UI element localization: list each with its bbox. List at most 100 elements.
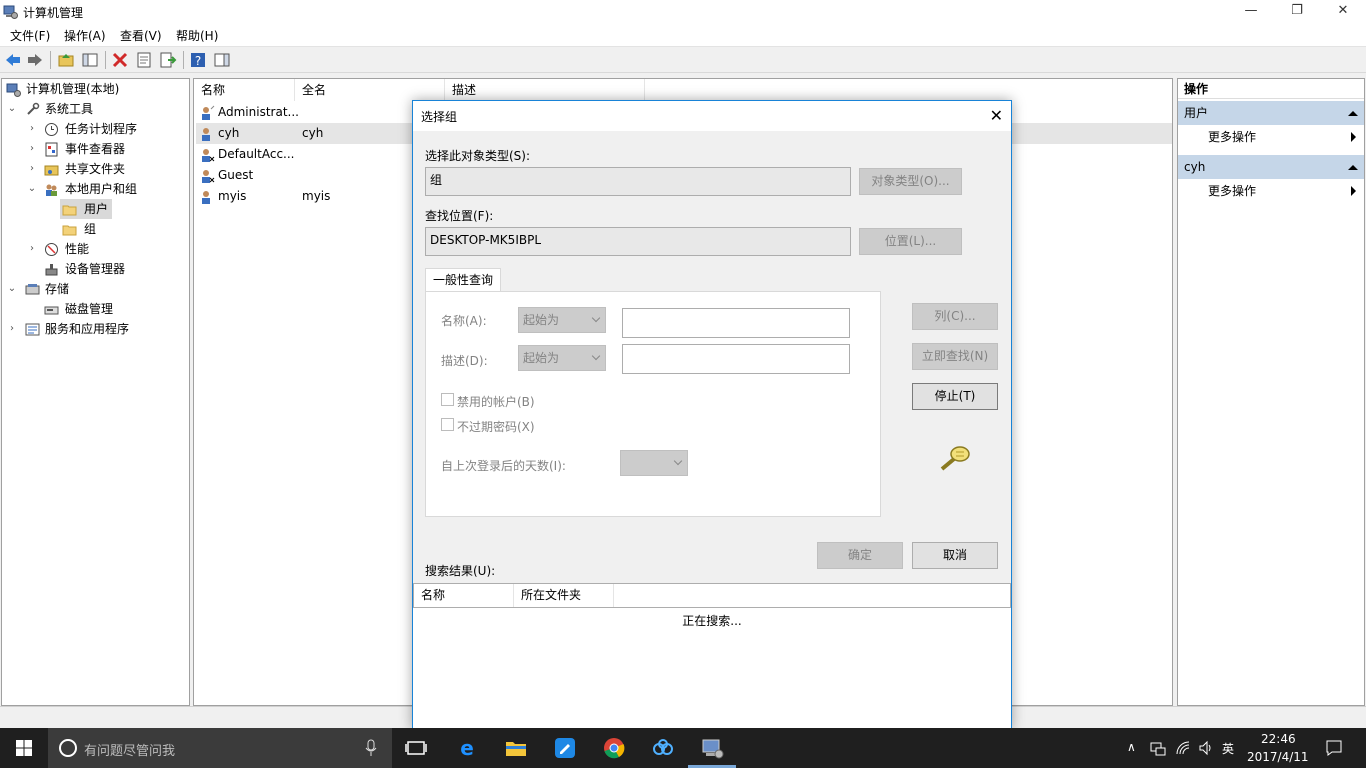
search-results-list[interactable]: 正在搜索... — [413, 608, 1011, 730]
action-more-actions[interactable]: 更多操作 — [1208, 179, 1358, 203]
action-label: 更多操作 — [1208, 184, 1257, 198]
chevron-right-icon[interactable]: › — [26, 239, 38, 259]
chrome-browser-icon[interactable] — [602, 736, 626, 760]
object-types-button[interactable]: 对象类型(O)... — [859, 168, 962, 195]
columns-button[interactable]: 列(C)... — [912, 303, 998, 330]
minimize-button[interactable]: — — [1228, 0, 1274, 24]
network-icon[interactable] — [1150, 740, 1166, 756]
tree-item-shared-folders[interactable]: › 共享文件夹 — [4, 159, 189, 179]
chevron-down-icon — [591, 313, 601, 323]
show-action-pane-icon[interactable] — [213, 51, 231, 69]
description-match-select[interactable]: 起始为 — [518, 345, 606, 371]
properties-icon[interactable] — [135, 51, 153, 69]
description-match-value: 起始为 — [523, 351, 560, 365]
days-since-logon-select[interactable] — [620, 450, 688, 476]
action-group-users[interactable]: 用户 — [1178, 101, 1364, 125]
tree-item-system-tools[interactable]: ⌄ 系统工具 — [4, 99, 189, 119]
notes-app-icon[interactable] — [553, 736, 577, 760]
show-hide-tree-icon[interactable] — [81, 51, 99, 69]
taskbar-search[interactable]: 有问题尽管问我 — [48, 728, 392, 768]
non-expiring-password-checkbox[interactable] — [441, 418, 454, 431]
svg-text:e: e — [460, 736, 474, 760]
description-input[interactable] — [622, 344, 850, 374]
tree-item-device-manager[interactable]: 设备管理器 — [4, 259, 189, 279]
tree-item-groups[interactable]: 组 — [60, 219, 112, 239]
chevron-right-icon[interactable]: › — [26, 119, 38, 139]
close-icon[interactable]: ✕ — [990, 106, 1003, 125]
volume-icon[interactable] — [1198, 740, 1214, 756]
tree-item-disk-management[interactable]: 磁盘管理 — [4, 299, 189, 319]
ok-button[interactable]: 确定 — [817, 542, 903, 569]
computer-management-icon — [6, 83, 21, 97]
disk-icon — [44, 306, 59, 315]
chevron-right-icon[interactable]: › — [26, 159, 38, 179]
non-expiring-password-label: 不过期密码(X) — [457, 420, 535, 434]
clock-date[interactable]: 2017/4/11 — [1247, 750, 1309, 764]
computer-management-icon — [3, 5, 18, 19]
action-group-cyh[interactable]: cyh — [1178, 155, 1364, 179]
name-input[interactable] — [622, 308, 850, 338]
tree-item-event-viewer[interactable]: › 事件查看器 — [4, 139, 189, 159]
stop-button[interactable]: 停止(T) — [912, 383, 998, 410]
menu-file[interactable]: 文件(F) — [10, 27, 50, 44]
edge-browser-icon[interactable]: e — [455, 736, 479, 760]
disabled-accounts-checkbox[interactable] — [441, 393, 454, 406]
close-button[interactable]: ✕ — [1320, 0, 1366, 24]
file-explorer-icon[interactable] — [504, 736, 528, 760]
wifi-icon[interactable] — [1175, 740, 1191, 756]
chevron-right-icon[interactable]: › — [6, 319, 18, 339]
cortana-icon — [59, 739, 77, 757]
tree-item-label: 系统工具 — [45, 102, 94, 116]
search-results-label: 搜索结果(U): — [425, 564, 496, 578]
tree-item-users[interactable]: 用户 — [60, 199, 112, 219]
up-folder-icon[interactable] — [57, 51, 75, 69]
task-view-icon[interactable] — [404, 736, 428, 760]
chevron-down-icon[interactable]: ⌄ — [6, 99, 18, 119]
clock-time[interactable]: 22:46 — [1261, 732, 1296, 746]
column-header-fullname[interactable]: 全名 — [295, 79, 445, 101]
computer-management-taskbar-icon[interactable] — [700, 736, 724, 760]
collapse-icon[interactable] — [1348, 111, 1358, 116]
restore-button[interactable]: ❐ — [1274, 0, 1320, 24]
tree-item-task-scheduler[interactable]: › 任务计划程序 — [4, 119, 189, 139]
collapse-icon[interactable] — [1348, 165, 1358, 170]
chevron-right-icon[interactable]: › — [26, 139, 38, 159]
microphone-icon[interactable] — [364, 739, 378, 757]
tab-common-queries[interactable]: 一般性查询 — [425, 268, 501, 292]
folder-icon — [62, 205, 77, 216]
help-icon[interactable]: ? — [189, 51, 207, 69]
input-method-indicator[interactable]: 英 — [1222, 740, 1234, 757]
name-match-select[interactable]: 起始为 — [518, 307, 606, 333]
results-column-name[interactable]: 名称 — [414, 584, 514, 607]
tree-item-services-applications[interactable]: › 服务和应用程序 — [4, 319, 189, 339]
delete-icon[interactable] — [111, 51, 129, 69]
find-now-button[interactable]: 立即查找(N) — [912, 343, 998, 370]
notifications-icon[interactable] — [1325, 739, 1343, 757]
menu-action[interactable]: 操作(A) — [64, 27, 106, 44]
forward-icon[interactable] — [26, 51, 44, 69]
action-more-actions[interactable]: 更多操作 — [1208, 125, 1358, 149]
tree-item-root[interactable]: 计算机管理(本地) — [4, 79, 189, 99]
tree-item-storage[interactable]: ⌄ 存储 — [4, 279, 189, 299]
cancel-button[interactable]: 取消 — [912, 542, 998, 569]
chevron-down-icon[interactable]: ⌄ — [6, 279, 18, 299]
menu-view[interactable]: 查看(V) — [120, 27, 162, 44]
tree-item-local-users-groups[interactable]: ⌄ 本地用户和组 — [4, 179, 189, 199]
results-column-folder[interactable]: 所在文件夹 — [514, 584, 614, 607]
column-header-description[interactable]: 描述 — [445, 79, 645, 101]
title-bar: 计算机管理 — ❐ ✕ — [0, 0, 1366, 24]
locations-button[interactable]: 位置(L)... — [859, 228, 962, 255]
cloud-drive-icon[interactable] — [651, 736, 675, 760]
user-icon — [202, 105, 215, 120]
chevron-down-icon[interactable]: ⌄ — [26, 179, 38, 199]
show-hidden-icons-icon[interactable]: ∧ — [1127, 740, 1136, 754]
search-placeholder: 有问题尽管问我 — [84, 744, 176, 759]
back-icon[interactable] — [4, 51, 22, 69]
column-header-name[interactable]: 名称 — [194, 79, 295, 101]
start-button[interactable] — [0, 728, 48, 768]
export-list-icon[interactable] — [159, 51, 177, 69]
tree-item-performance[interactable]: › 性能 — [4, 239, 189, 259]
menu-help[interactable]: 帮助(H) — [176, 27, 218, 44]
action-group-label: 用户 — [1184, 106, 1209, 120]
storage-icon — [25, 284, 40, 295]
